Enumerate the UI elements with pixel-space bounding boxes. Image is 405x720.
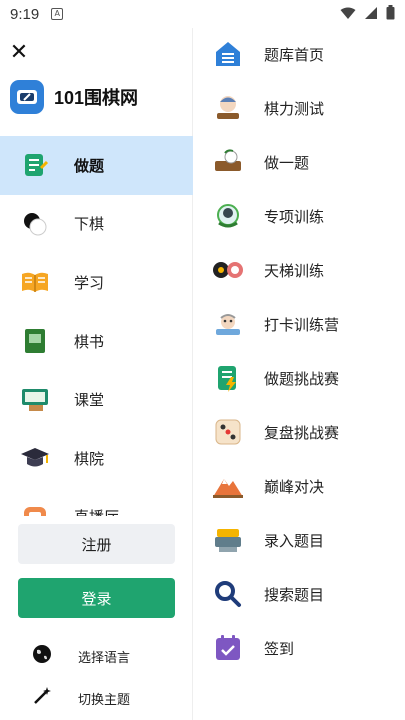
status-time: 9:19 bbox=[10, 5, 40, 23]
register-button[interactable]: 注册 bbox=[18, 524, 175, 564]
special-training-icon bbox=[212, 200, 244, 232]
panel-item-label: 专项训练 bbox=[264, 207, 325, 226]
notification-icon: A bbox=[51, 8, 64, 20]
check-in-camp-icon bbox=[212, 308, 244, 340]
open-book-icon bbox=[20, 267, 50, 297]
login-button[interactable]: 登录 bbox=[18, 578, 175, 618]
menu-label: 棋院 bbox=[74, 449, 105, 468]
panel-item-problem-challenge[interactable]: 做题挑战赛 bbox=[212, 358, 339, 398]
panel-item-label: 做一题 bbox=[264, 153, 310, 172]
menu-item-study[interactable]: 学习 bbox=[0, 253, 193, 312]
panel-item-label: 复盘挑战赛 bbox=[264, 423, 340, 442]
switch-theme-label: 切换主题 bbox=[78, 692, 131, 708]
panel-item-label: 搜索题目 bbox=[264, 585, 325, 604]
practice-icon bbox=[20, 150, 50, 180]
home-icon bbox=[212, 38, 244, 70]
menu-item-play[interactable]: 下棋 bbox=[0, 195, 193, 254]
menu-item-live-hall[interactable]: 直播厅 bbox=[0, 488, 193, 516]
panel-item-label: 棋力测试 bbox=[264, 99, 325, 118]
panel-item-ladder-training[interactable]: 天梯训练 bbox=[212, 250, 324, 290]
panel-item-label: 签到 bbox=[264, 639, 295, 658]
live-hall-icon bbox=[20, 502, 50, 516]
panel-item-problem-home[interactable]: 题库首页 bbox=[212, 34, 324, 74]
menu-label: 棋书 bbox=[74, 332, 105, 351]
classroom-icon bbox=[20, 385, 50, 415]
status-indicators bbox=[340, 4, 395, 24]
brand: 101围棋网 bbox=[10, 80, 138, 114]
battery-icon bbox=[386, 4, 395, 24]
panel-item-review-challenge[interactable]: 复盘挑战赛 bbox=[212, 412, 339, 452]
panel-item-label: 打卡训练营 bbox=[264, 315, 340, 334]
search-icon bbox=[212, 578, 244, 610]
menu-label: 直播厅 bbox=[74, 506, 119, 516]
go-book-icon bbox=[20, 326, 50, 356]
close-icon[interactable]: ✕ bbox=[8, 42, 30, 64]
panel-item-one-problem[interactable]: 做一题 bbox=[212, 142, 309, 182]
menu-label: 下棋 bbox=[74, 215, 105, 234]
panel-item-search-problem[interactable]: 搜索题目 bbox=[212, 574, 324, 614]
menu-label: 学习 bbox=[74, 273, 105, 292]
panel-item-check-in-camp[interactable]: 打卡训练营 bbox=[212, 304, 339, 344]
menu-label: 课堂 bbox=[74, 391, 105, 410]
panel-item-strength-test[interactable]: 棋力测试 bbox=[212, 88, 324, 128]
panel-item-label: 做题挑战赛 bbox=[264, 369, 340, 388]
panel-item-special-training[interactable]: 专项训练 bbox=[212, 196, 324, 236]
input-problem-icon bbox=[212, 524, 244, 556]
menu-item-academy[interactable]: 棋院 bbox=[0, 429, 193, 488]
signal-icon bbox=[364, 5, 378, 24]
brand-name: 101围棋网 bbox=[54, 88, 139, 108]
menu-item-go-books[interactable]: 棋书 bbox=[0, 312, 193, 371]
drawer-menu: 做题 下棋 学习 棋书 课堂 棋院 bbox=[0, 136, 193, 516]
panel-item-label: 录入题目 bbox=[264, 531, 325, 550]
problem-challenge-icon bbox=[212, 362, 244, 394]
status-bar: 9:19 A bbox=[0, 0, 405, 28]
test-avatar-icon bbox=[212, 92, 244, 124]
magic-wand-icon bbox=[32, 686, 52, 710]
single-problem-icon bbox=[212, 146, 244, 178]
navigation-drawer: ✕ 101围棋网 做题 下棋 学习 棋书 课堂 棋院 注册 登录 选择语言 切换… bbox=[0, 28, 193, 720]
menu-label: 做题 bbox=[74, 156, 105, 175]
wifi-icon bbox=[340, 5, 356, 24]
panel-item-input-problem[interactable]: 录入题目 bbox=[212, 520, 324, 560]
dice-icon bbox=[212, 416, 244, 448]
panel-item-peak-duel[interactable]: 巅峰对决 bbox=[212, 466, 324, 506]
select-language-label: 选择语言 bbox=[78, 650, 131, 666]
panel-item-label: 巅峰对决 bbox=[264, 477, 325, 496]
feature-panel: 题库首页 棋力测试 做一题 专项训练 天梯训练 打卡训练营 做题挑战赛 复盘挑战… bbox=[194, 28, 405, 720]
go-stones-icon bbox=[20, 209, 50, 239]
panel-item-label: 题库首页 bbox=[264, 45, 325, 64]
menu-item-classroom[interactable]: 课堂 bbox=[0, 370, 193, 429]
select-language-item[interactable]: 选择语言 bbox=[32, 644, 130, 668]
app-logo-icon bbox=[10, 80, 44, 114]
calendar-icon bbox=[212, 632, 244, 664]
graduation-cap-icon bbox=[20, 443, 50, 473]
mountain-icon bbox=[212, 470, 244, 502]
panel-item-check-in[interactable]: 签到 bbox=[212, 628, 294, 668]
ladder-training-icon bbox=[212, 254, 244, 286]
panel-item-label: 天梯训练 bbox=[264, 261, 325, 280]
switch-theme-item[interactable]: 切换主题 bbox=[32, 686, 130, 710]
globe-icon bbox=[32, 644, 52, 668]
menu-item-practice[interactable]: 做题 bbox=[0, 136, 193, 195]
